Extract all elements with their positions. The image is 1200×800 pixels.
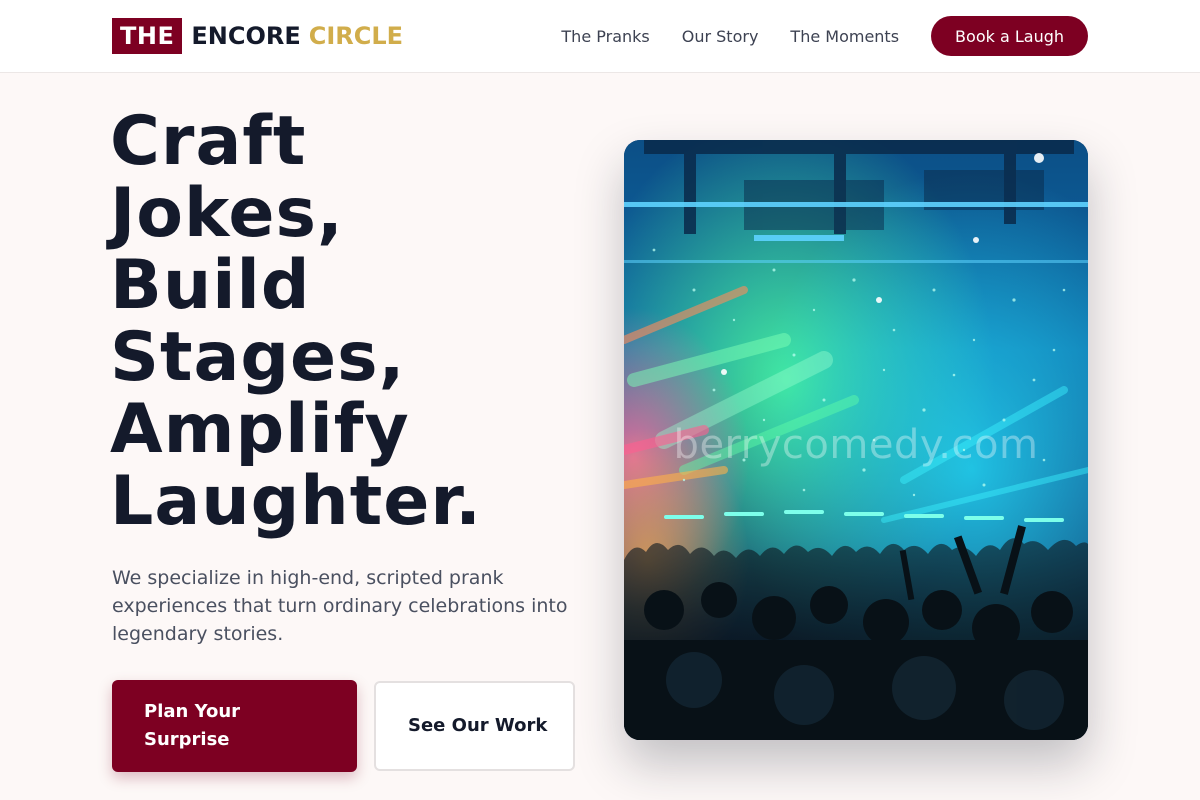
site-header: THE ENCORE CIRCLE The Pranks Our Story T… [0,0,1200,73]
hero-title: Craft Jokes, Build Stages, Amplify Laugh… [110,106,580,538]
hero-title-line: Craft [110,102,307,181]
hero-concert-image: berrycomedy.com [624,140,1088,740]
see-our-work-button[interactable]: See Our Work [374,681,575,771]
hero-title-line: Laughter. [110,462,483,541]
plan-your-surprise-button[interactable]: Plan Your Surprise [112,680,357,772]
logo-the: THE [112,18,183,54]
logo-encore: ENCORE [191,22,301,50]
logo[interactable]: THE ENCORE CIRCLE [112,18,403,54]
image-watermark: berrycomedy.com [673,422,1039,468]
hero-title-line: Stages, [110,318,406,397]
nav-link-story[interactable]: Our Story [682,27,759,46]
hero-title-line: Jokes, [110,174,344,253]
book-a-laugh-button[interactable]: Book a Laugh [931,16,1088,56]
hero-title-line: Build [110,246,311,325]
hero-title-line: Amplify [110,390,410,469]
nav-link-pranks[interactable]: The Pranks [561,27,649,46]
see-our-work-label: See Our Work [408,715,548,736]
nav-link-moments[interactable]: The Moments [790,27,899,46]
hero-description: We specialize in high-end, scripted pran… [112,567,568,645]
plan-your-surprise-label: Plan Your Surprise [144,701,241,750]
logo-circle: CIRCLE [308,22,404,50]
main-nav: The Pranks Our Story The Moments Book a … [561,16,1088,56]
